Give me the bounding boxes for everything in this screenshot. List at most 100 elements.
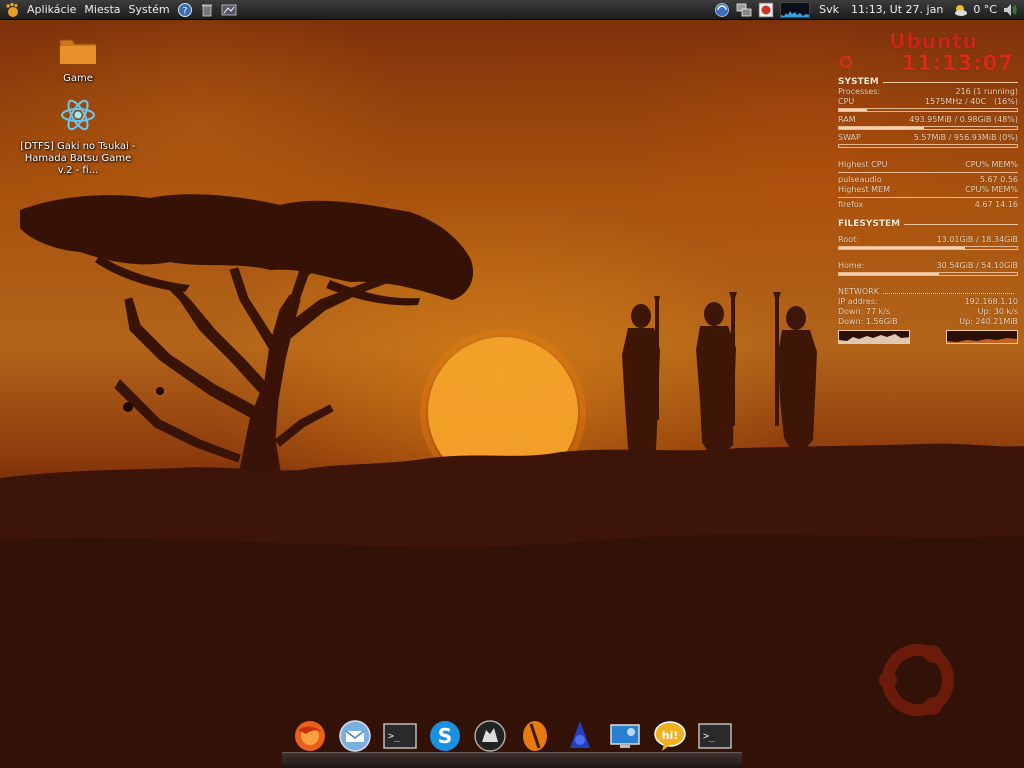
dock-monitor[interactable] [607,718,643,758]
terminal-icon: >_ [697,723,732,749]
clock[interactable]: 11:13, Ut 27. jan [845,3,949,16]
section-title: FILESYSTEM [838,219,901,229]
processes-value: 216 (1 running) [955,87,1018,96]
svg-text:S: S [437,724,451,748]
cpu-bar-fill [839,109,868,111]
screenshot-icon[interactable] [221,2,237,18]
root-bar-fill [839,247,966,249]
conky-clock: 11:13:07 [901,51,1014,75]
folder-icon [18,36,138,70]
conky-swap-row: SWAP 5.57MiB / 956.93MiB (0%) [838,133,1018,143]
swap-value: 5.57MiB / 956.93MiB (0%) [913,133,1018,142]
wolf-icon [473,720,506,752]
highest-cpu-label: Highest CPU [838,160,888,169]
swap-label: SWAP [838,133,861,142]
dock-orange-app[interactable] [517,718,553,758]
cpu-bar [838,108,1018,112]
conky-section-filesystem: FILESYSTEM [838,219,1018,229]
up-speed: Up: 30 k/s [977,307,1018,316]
svg-text:>_: >_ [388,731,401,742]
desktop-icon-game[interactable]: Game [18,36,138,85]
total-row: Down: 1.56GiB Up: 240.21MiB [838,317,1018,327]
highest-mem-vals: 4.67 14.16 [974,200,1018,209]
upload-graph [946,330,1018,344]
root-label: Root: [838,235,859,244]
conky-ram-row: RAM 493.95MiB / 0.98GiB (48%) [838,115,1018,125]
highest-cpu-vals: 5.67 0.56 [979,175,1018,184]
conky-brand: Ubuntu [889,29,978,53]
network-graphs [838,330,1018,344]
up-total: Up: 240.21MiB [959,317,1018,326]
ubuntu-logo-icon [838,54,854,72]
ram-bar-fill [839,127,925,129]
home-row: Home: 30.54GiB / 54.10GiB [838,261,1018,271]
mail-icon [338,720,371,752]
keyboard-layout[interactable]: Svk [813,3,845,16]
app-indicator-icon[interactable] [758,2,774,18]
svg-text:hi!: hi! [661,729,678,742]
orange-icon [522,721,547,751]
svg-text:?: ? [182,6,187,16]
help-icon[interactable]: ? [177,2,193,18]
cpu-freq: 1575MHz / 40C [924,97,986,106]
terminal-icon: >_ [382,723,417,749]
home-bar-fill [839,273,939,275]
desktop-icon-label: [DTFS] Gaki no Tsukai - Hamada Batsu Gam… [20,141,136,176]
highest-cpu-header: Highest CPU CPU% MEM% [838,160,1018,170]
update-icon[interactable] [714,2,730,18]
panel-right: Svk 11:13, Ut 27. jan 0 °C [711,0,1024,20]
conky-widget: Ubuntu 11:13:07 SYSTEM Processes: 216 (1… [838,30,1018,344]
root-bar [838,246,1018,250]
dock-terminal-2[interactable]: >_ [697,718,733,758]
menu-places[interactable]: Miesta [80,3,124,16]
cpu-percent: (16%) [993,97,1018,106]
dock-skype[interactable]: S [427,718,463,758]
ip-label: IP addres: [838,297,878,306]
volume-icon[interactable] [1002,2,1018,18]
panel-left: Aplikácie Miesta Systém ? [0,0,240,20]
network-header: NETWORK [838,287,1018,297]
cpu-label: CPU [838,97,855,106]
dock: >_ S hi! >_ [282,712,742,768]
highest-mem-process: firefox 4.67 14.16 [838,200,1018,210]
root-value: 13.01GiB / 18.34GiB [936,235,1018,244]
section-title: SYSTEM [838,77,879,87]
dock-mail[interactable] [337,718,373,758]
ram-label: RAM [838,115,856,124]
ram-value: 493.95MiB / 0.98GiB (48%) [909,115,1018,124]
processes-label: Processes: [838,87,881,96]
dock-wolf[interactable] [472,718,508,758]
dock-firefox[interactable] [292,718,328,758]
system-monitor-graph[interactable] [780,1,811,18]
menu-applications[interactable]: Aplikácie [23,3,80,16]
ip-row: IP addres: 192.168.1.10 [838,297,1018,307]
firefox-icon [294,721,325,751]
swap-bar [838,144,1018,148]
trash-icon[interactable] [199,2,215,18]
conky-processes-row: Processes: 216 (1 running) [838,87,1018,97]
highest-mem-cols: CPU% MEM% [965,185,1018,194]
dock-chat[interactable]: hi! [652,718,688,758]
menu-system[interactable]: Systém [125,3,174,16]
chat-icon: hi! [653,721,686,751]
down-total: Down: 1.56GiB [838,317,898,326]
gnome-foot-icon[interactable] [4,2,20,18]
highest-cpu-cols: CPU% MEM% [965,160,1018,169]
top-panel: Aplikácie Miesta Systém ? Svk 11:13, Ut … [0,0,1024,20]
dock-terminal[interactable]: >_ [382,718,418,758]
weather-sun-icon[interactable] [952,2,968,18]
highest-cpu-process: pulseaudio 5.67 0.56 [838,175,1018,185]
ip-value: 192.168.1.10 [964,297,1018,306]
network-icon[interactable] [736,2,752,18]
svg-text:>_: >_ [703,731,716,742]
desktop-icon-label: Game [63,73,93,84]
desktop-icon-video-file[interactable]: [DTFS] Gaki no Tsukai - Hamada Batsu Gam… [18,96,138,177]
conky-clock-row: 11:13:07 [838,52,1018,74]
root-row: Root: 13.01GiB / 18.34GiB [838,235,1018,245]
weather-temperature[interactable]: 0 °C [971,3,999,16]
highest-cpu-proc: pulseaudio [838,175,882,184]
highest-mem-proc: firefox [838,200,864,209]
download-graph [838,330,910,344]
dock-wizard[interactable] [562,718,598,758]
highest-mem-header: Highest MEM CPU% MEM% [838,185,1018,195]
